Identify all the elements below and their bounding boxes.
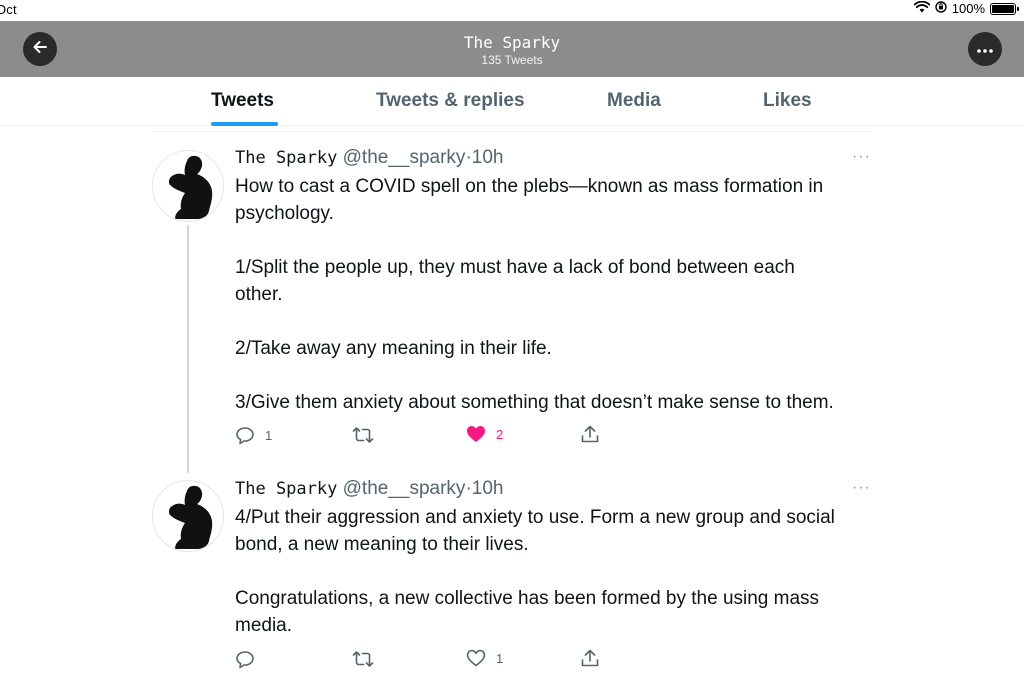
tab-tweets[interactable]: Tweets (211, 90, 274, 112)
avatar[interactable] (152, 480, 224, 552)
silhouette-avatar-image (168, 155, 213, 219)
display-name[interactable]: The Sparky (235, 479, 337, 499)
status-date: Oct (0, 2, 17, 17)
reply-count: 1 (265, 427, 273, 443)
tab-media[interactable]: Media (607, 90, 661, 112)
reply-icon (235, 649, 255, 669)
header-title: The Sparky (463, 33, 561, 52)
tab-likes[interactable]: Likes (763, 90, 812, 112)
heart-filled-icon (466, 425, 486, 443)
retweet-button[interactable] (352, 649, 384, 669)
tweet-text: How to cast a COVID spell on the plebs—k… (235, 176, 834, 413)
thread-connector-line (187, 225, 189, 473)
more-button[interactable] (968, 32, 1002, 66)
tweet-more-icon[interactable]: ··· (852, 479, 871, 497)
share-button[interactable] (580, 648, 600, 668)
handle[interactable]: @the__sparky (343, 478, 466, 499)
timestamp[interactable]: 10h (472, 147, 504, 168)
active-tab-indicator (211, 122, 278, 126)
battery-icon (990, 2, 1019, 15)
heart-icon (466, 649, 486, 667)
like-count: 2 (496, 426, 504, 442)
like-count: 1 (496, 650, 504, 666)
tweet-header: The Sparky @the__sparky·10h (235, 478, 503, 500)
orientation-lock-icon (935, 1, 947, 16)
wifi-icon (913, 0, 931, 16)
share-icon (580, 648, 600, 668)
retweet-icon (352, 649, 374, 669)
reply-button[interactable] (235, 649, 265, 669)
header-tweet-count: 135 Tweets (481, 53, 543, 67)
display-name[interactable]: The Sparky (235, 148, 337, 168)
tweet-text: 4/Put their aggression and anxiety to us… (235, 507, 835, 636)
tab-tweets-and-replies[interactable]: Tweets & replies (376, 90, 525, 112)
like-button[interactable]: 2 (466, 425, 503, 443)
share-button[interactable] (580, 424, 600, 444)
status-right-group: 100% (913, 0, 1019, 16)
divider (152, 131, 872, 132)
reply-button[interactable]: 1 (235, 425, 272, 445)
status-bar: Oct 100% (0, 0, 1024, 20)
timestamp[interactable]: 10h (472, 478, 504, 499)
tweet-more-icon[interactable]: ··· (852, 148, 871, 166)
retweet-button[interactable] (352, 425, 384, 445)
more-horizontal-icon (977, 40, 993, 58)
profile-header: The Sparky 135 Tweets (0, 21, 1024, 77)
handle[interactable]: @the__sparky (343, 147, 466, 168)
like-button[interactable]: 1 (466, 649, 503, 667)
reply-icon (235, 425, 255, 445)
silhouette-avatar-image (168, 485, 213, 549)
profile-tabs: Tweets Tweets & replies Media Likes (0, 77, 1024, 126)
retweet-icon (352, 425, 374, 445)
battery-percent: 100% (951, 1, 985, 16)
tweet-header: The Sparky @the__sparky·10h (235, 147, 503, 169)
share-icon (580, 424, 600, 444)
avatar[interactable] (152, 150, 224, 222)
